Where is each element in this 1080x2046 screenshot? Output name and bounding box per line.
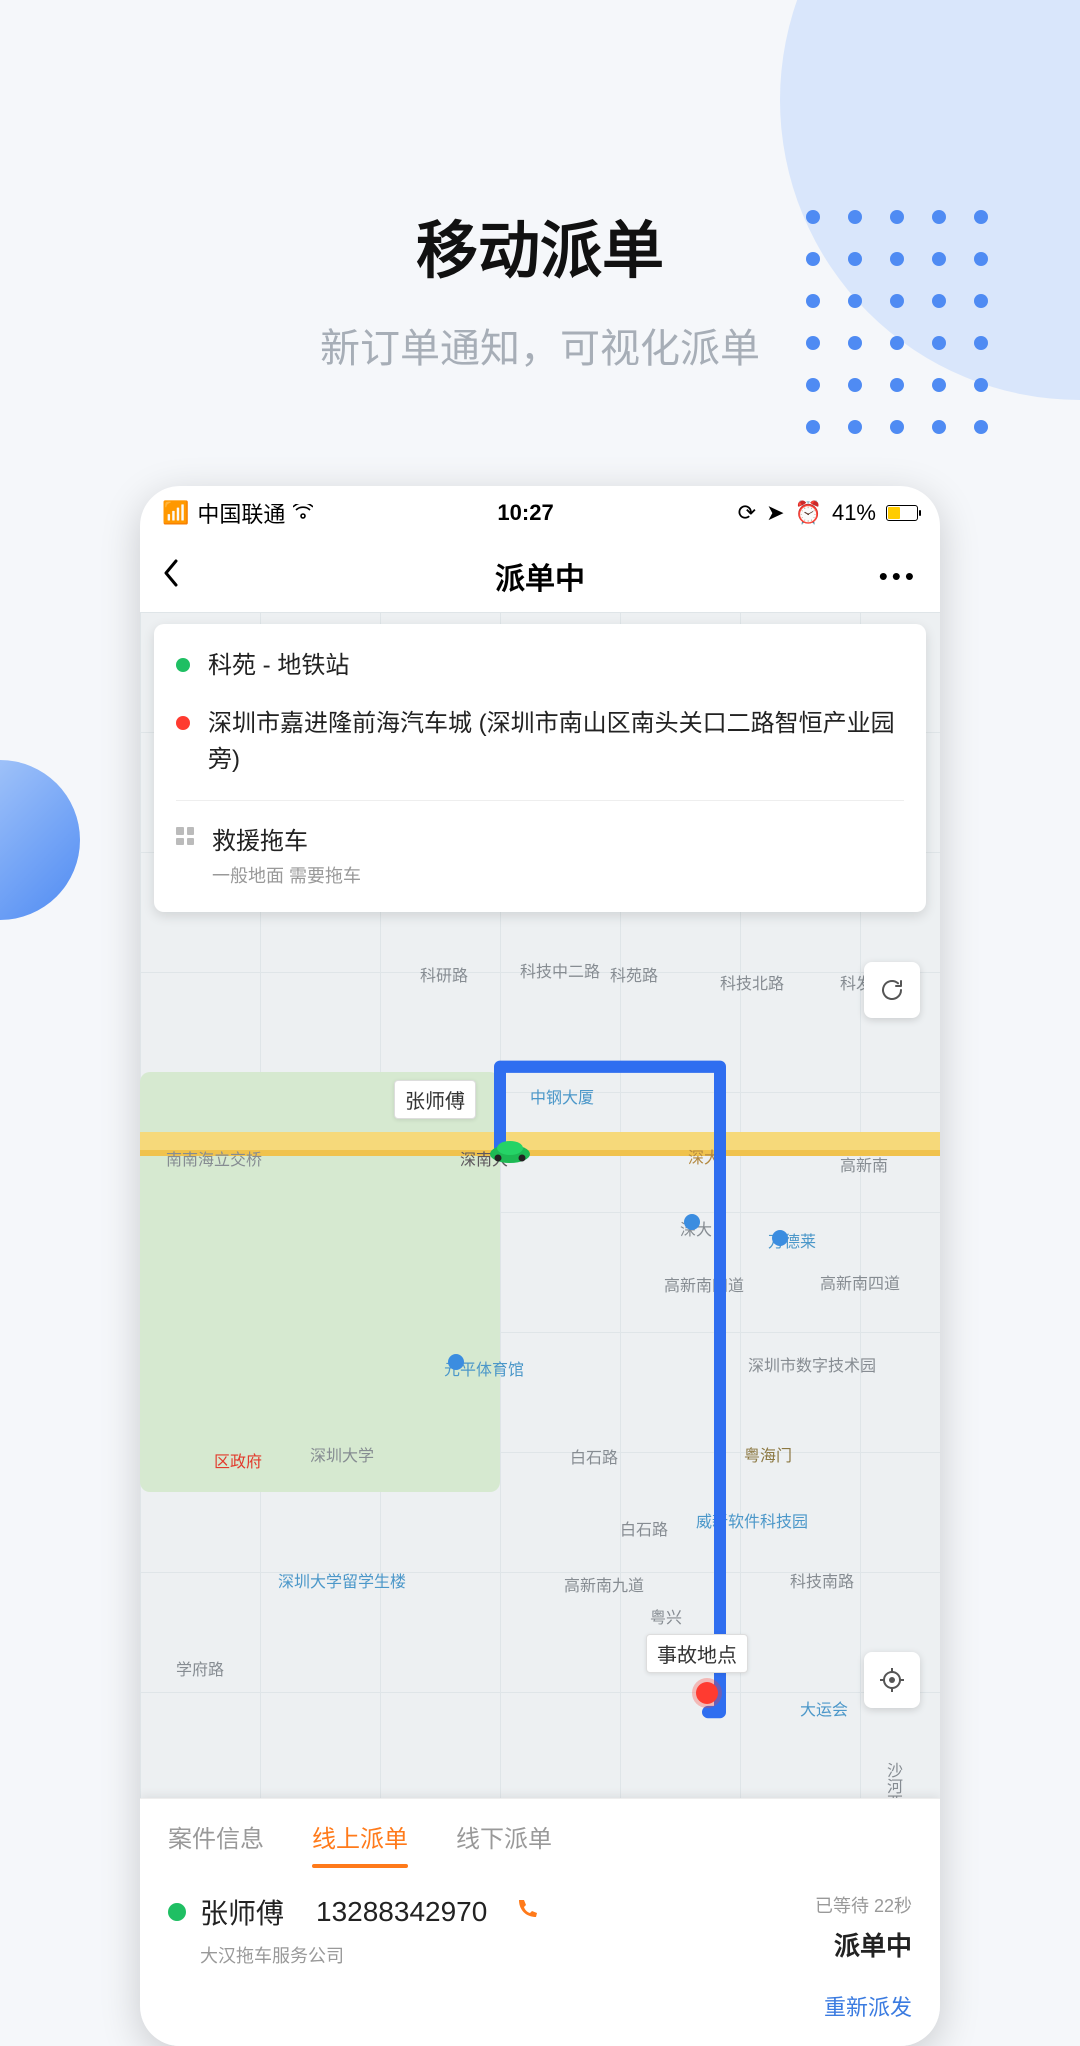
driver-map-label[interactable]: 张师傅 (394, 1080, 476, 1119)
map-label: 南南海立交桥 (166, 1146, 262, 1170)
destination-dot-icon (176, 716, 190, 730)
service-title: 救援拖车 (212, 821, 361, 856)
carrier-label: 中国联通 (197, 497, 285, 529)
battery-icon (886, 505, 918, 521)
promo-title: 移动派单 (0, 200, 1080, 290)
map-poi-marker (448, 1354, 464, 1370)
nav-bar: 派单中 ••• (140, 540, 940, 612)
map-label: 大运会 (800, 1696, 848, 1720)
more-button[interactable]: ••• (878, 561, 918, 592)
map-label: 威新软件科技园 (696, 1508, 808, 1532)
category-icon (176, 827, 194, 845)
map-label: 科研路 (420, 962, 468, 986)
location-icon: ➤ (766, 500, 784, 526)
phone-frame: 📶 中国联通 10:27 ⟳ ➤ ⏰ 41% 派单中 ••• 科研路 科技中二路 (140, 486, 940, 2046)
origin-dot-icon (176, 658, 190, 672)
chevron-left-icon (162, 559, 180, 587)
service-row: 救援拖车 一般地面 需要拖车 (176, 800, 904, 888)
call-button[interactable] (515, 1896, 539, 1928)
map-label: 粤海门 (744, 1442, 792, 1466)
nav-title: 派单中 (202, 554, 878, 598)
dispatch-status: 派单中 (815, 1926, 912, 1963)
map-label: 白石路 (570, 1444, 618, 1468)
map-label: 科技南路 (790, 1568, 854, 1592)
driver-name: 张师傅 (200, 1892, 284, 1932)
reassign-link[interactable]: 重新派发 (824, 1995, 912, 2020)
origin-row: 科苑 - 地铁站 (176, 648, 904, 684)
map-label: 白石路 (620, 1516, 668, 1540)
status-bar: 📶 中国联通 10:27 ⟳ ➤ ⏰ 41% (140, 486, 940, 540)
map-label: 高新南 (840, 1152, 888, 1176)
tab-offline-dispatch[interactable]: 线下派单 (456, 1819, 552, 1868)
map-label: 高新南九道 (564, 1572, 644, 1596)
map-view[interactable]: 科研路 科技中二路 科苑路 科技北路 科发路 南南海立交桥 深南大 中钢大厦 深… (140, 612, 940, 2046)
map-label: 深圳大学留学生楼 (278, 1568, 406, 1592)
tabs: 案件信息 线上派单 线下派单 (140, 1799, 940, 1868)
signal-icon: 📶 (162, 500, 189, 526)
promo-subtitle: 新订单通知，可视化派单 (0, 316, 1080, 374)
service-subtitle: 一般地面 需要拖车 (212, 862, 361, 888)
map-label: 深大 (688, 1144, 720, 1168)
refresh-icon (879, 977, 905, 1003)
driver-phone: 13288342970 (316, 1896, 487, 1928)
alarm-icon: ⏰ (795, 500, 822, 526)
map-label: 深圳市数字技术园 (748, 1352, 876, 1376)
locate-icon (879, 1667, 905, 1693)
wifi-icon (293, 500, 313, 526)
tab-case-info[interactable]: 案件信息 (168, 1819, 264, 1868)
tab-online-dispatch[interactable]: 线上派单 (312, 1819, 408, 1868)
map-label: 科技中二路 (520, 958, 600, 982)
map-label: 高新南四道 (664, 1272, 744, 1296)
map-label: 高新南四道 (820, 1270, 900, 1294)
map-label: 深圳大学 (310, 1442, 374, 1466)
destination-row: 深圳市嘉进隆前海汽车城 (深圳市南山区南头关口二路智恒产业园旁) (176, 706, 904, 778)
rotation-lock-icon: ⟳ (738, 500, 756, 526)
decor-circle-bottom-left (0, 760, 80, 920)
locate-button[interactable] (864, 1652, 920, 1708)
map-label: 粤兴 (650, 1604, 682, 1628)
driver-status-dot-icon (168, 1903, 186, 1921)
accident-marker (696, 1682, 718, 1704)
battery-pct: 41% (832, 500, 876, 526)
driver-car-icon (488, 1136, 532, 1164)
map-poi-marker (772, 1230, 788, 1246)
back-button[interactable] (162, 557, 202, 596)
map-label: 区政府 (214, 1448, 262, 1472)
map-poi-marker (684, 1214, 700, 1230)
map-label: 科苑路 (610, 962, 658, 986)
bottom-sheet: 案件信息 线上派单 线下派单 张师傅 13288342970 大汉拖车服务公司 (140, 1798, 940, 2046)
wait-time: 已等待 22秒 (815, 1892, 912, 1918)
map-label: 学府路 (176, 1656, 224, 1680)
status-time: 10:27 (313, 500, 737, 526)
accident-map-label[interactable]: 事故地点 (646, 1634, 748, 1673)
company-name: 大汉拖车服务公司 (200, 1942, 815, 1968)
phone-icon (515, 1897, 539, 1921)
destination-text: 深圳市嘉进隆前海汽车城 (深圳市南山区南头关口二路智恒产业园旁) (208, 706, 904, 778)
map-label: 中钢大厦 (530, 1084, 594, 1108)
origin-text: 科苑 - 地铁站 (208, 648, 349, 684)
trip-info-card: 科苑 - 地铁站 深圳市嘉进隆前海汽车城 (深圳市南山区南头关口二路智恒产业园旁… (154, 624, 926, 912)
refresh-button[interactable] (864, 962, 920, 1018)
map-label: 科技北路 (720, 970, 784, 994)
